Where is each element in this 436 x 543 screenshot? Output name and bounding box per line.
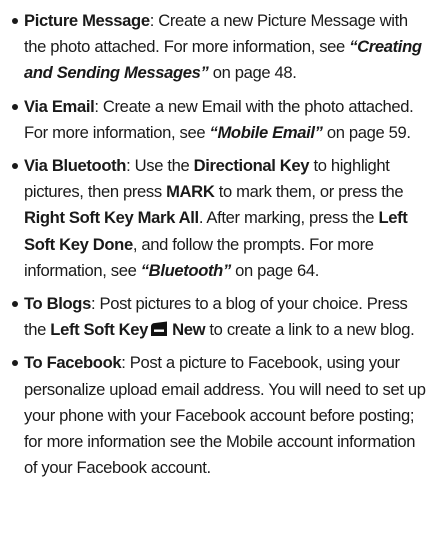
page-reference: on page 64. <box>230 260 319 280</box>
list-item-to-blogs: To Blogs: Post pictures to a blog of you… <box>12 291 430 343</box>
separator: : <box>94 96 103 116</box>
cross-reference-link[interactable]: “Mobile Email” <box>210 123 323 142</box>
key-name: Directional Key <box>193 156 310 176</box>
description: to create a link to a new blog. <box>205 320 415 340</box>
list-item-via-bluetooth: Via Bluetooth: Use the Directional Key t… <box>12 153 430 284</box>
description: : Use the <box>126 156 194 176</box>
list-item-picture-message: Picture Message: Create a new Picture Me… <box>12 8 430 87</box>
term-to-blogs: To Blogs <box>24 294 91 314</box>
key-name: Left Soft Key <box>50 320 149 340</box>
cross-reference-link[interactable]: “Bluetooth” <box>141 261 232 280</box>
page-reference: on page 48. <box>208 63 297 83</box>
left-soft-key-icon <box>149 321 169 337</box>
key-name: Right Soft Key Mark All <box>24 208 199 228</box>
description: to mark them, or press the <box>214 182 404 202</box>
key-name: New <box>172 320 206 340</box>
share-options-list: Picture Message: Create a new Picture Me… <box>12 8 430 481</box>
term-to-facebook: To Facebook <box>24 353 122 373</box>
term-picture-message: Picture Message <box>24 11 150 30</box>
description: . After marking, press the <box>198 208 379 228</box>
list-item-to-facebook: To Facebook: Post a picture to Facebook,… <box>12 350 430 481</box>
manual-page: Picture Message: Create a new Picture Me… <box>0 0 436 543</box>
term-via-email: Via Email <box>24 96 95 116</box>
term-via-bluetooth: Via Bluetooth <box>24 156 127 176</box>
separator: : <box>121 353 130 373</box>
key-name: MARK <box>166 182 215 202</box>
separator: : <box>149 11 159 30</box>
page-reference: on page 59. <box>322 122 411 142</box>
list-item-via-email: Via Email: Create a new Email with the p… <box>12 94 430 146</box>
